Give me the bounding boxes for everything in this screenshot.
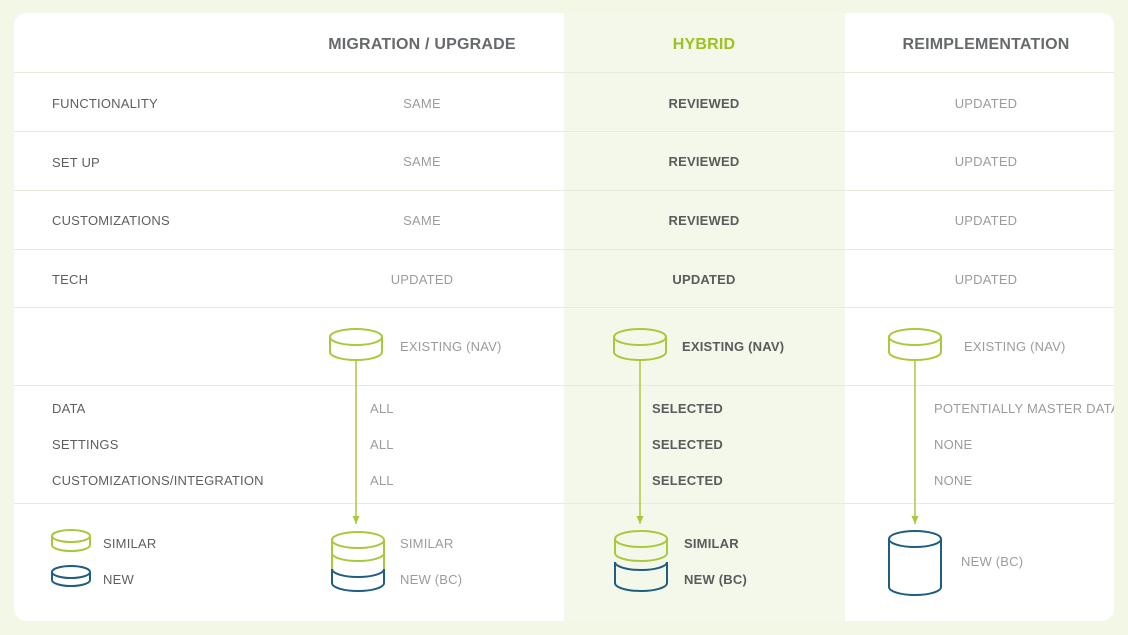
database-icon-nav-reimplementation — [888, 328, 942, 361]
database-icon-legend-similar — [51, 529, 91, 552]
database-icon-legend-new — [51, 565, 91, 587]
database-icon-nav-migration — [329, 328, 383, 361]
database-icon-result-hybrid — [614, 530, 668, 592]
database-icon-result-reimplementation — [888, 530, 942, 596]
database-icon-result-migration — [331, 531, 385, 592]
database-icon-nav-hybrid — [613, 328, 667, 361]
comparison-card: MIGRATION / UPGRADE HYBRID REIMPLEMENTAT… — [14, 13, 1114, 621]
diagram-graphics — [51, 328, 942, 596]
